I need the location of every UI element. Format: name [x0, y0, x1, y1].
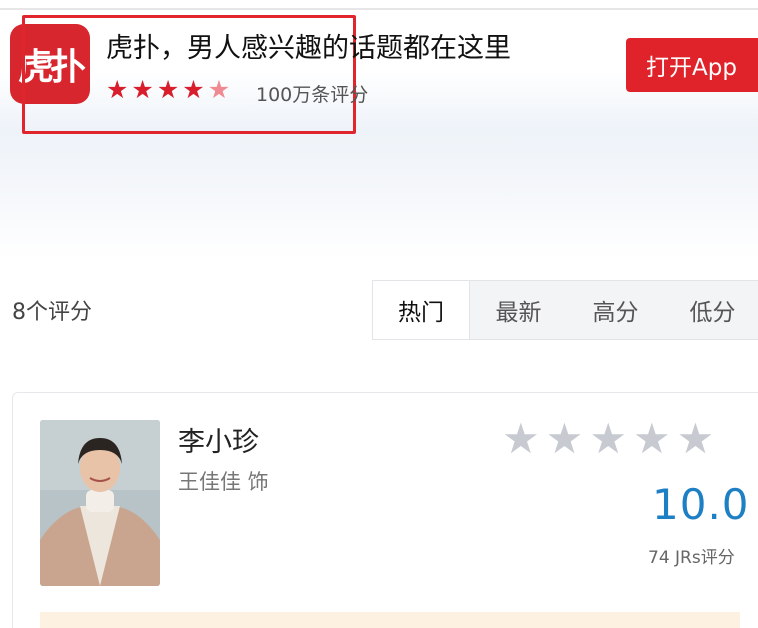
open-app-label: 打开App — [646, 55, 737, 81]
star-icon[interactable]: ★ — [546, 418, 584, 460]
actor-name: 王佳佳 饰 — [178, 470, 269, 494]
character-score: 10.0 — [652, 480, 750, 529]
star-icon[interactable]: ★ — [633, 418, 671, 460]
sort-tabs: 热门 最新 高分 低分 — [372, 280, 758, 340]
star-icon: ★ — [131, 75, 154, 104]
app-rating-count: 100万条评分 — [256, 84, 369, 106]
character-name: 李小珍 — [178, 427, 259, 458]
rating-total: 8个评分 — [12, 300, 92, 325]
page: 虎扑 虎扑，男人感兴趣的话题都在这里 ★ ★ ★ ★ ★ 100万条评分 打开A… — [0, 0, 758, 628]
rate-stars[interactable]: ★ ★ ★ ★ ★ — [502, 418, 714, 460]
comment-preview-strip — [40, 612, 740, 628]
star-icon: ★ — [156, 75, 180, 104]
character-portrait[interactable] — [40, 420, 160, 586]
star-icon: ★ — [182, 75, 205, 104]
app-title: 虎扑，男人感兴趣的话题都在这里 — [106, 33, 511, 64]
open-app-button[interactable]: 打开App — [626, 38, 758, 92]
tab-hot[interactable]: 热门 — [373, 281, 470, 339]
portrait-image — [40, 420, 160, 586]
star-icon[interactable]: ★ — [589, 418, 627, 460]
tab-low-score[interactable]: 低分 — [664, 281, 758, 339]
tab-high-score[interactable]: 高分 — [567, 281, 664, 339]
star-half-icon: ★ — [207, 75, 231, 104]
score-count: 74 JRs评分 — [648, 548, 735, 568]
star-icon[interactable]: ★ — [502, 418, 540, 460]
star-icon: ★ — [106, 75, 129, 104]
app-rating-stars: ★ ★ ★ ★ ★ — [106, 76, 230, 104]
tab-latest[interactable]: 最新 — [470, 281, 567, 339]
top-divider — [0, 8, 758, 10]
star-icon[interactable]: ★ — [677, 418, 715, 460]
